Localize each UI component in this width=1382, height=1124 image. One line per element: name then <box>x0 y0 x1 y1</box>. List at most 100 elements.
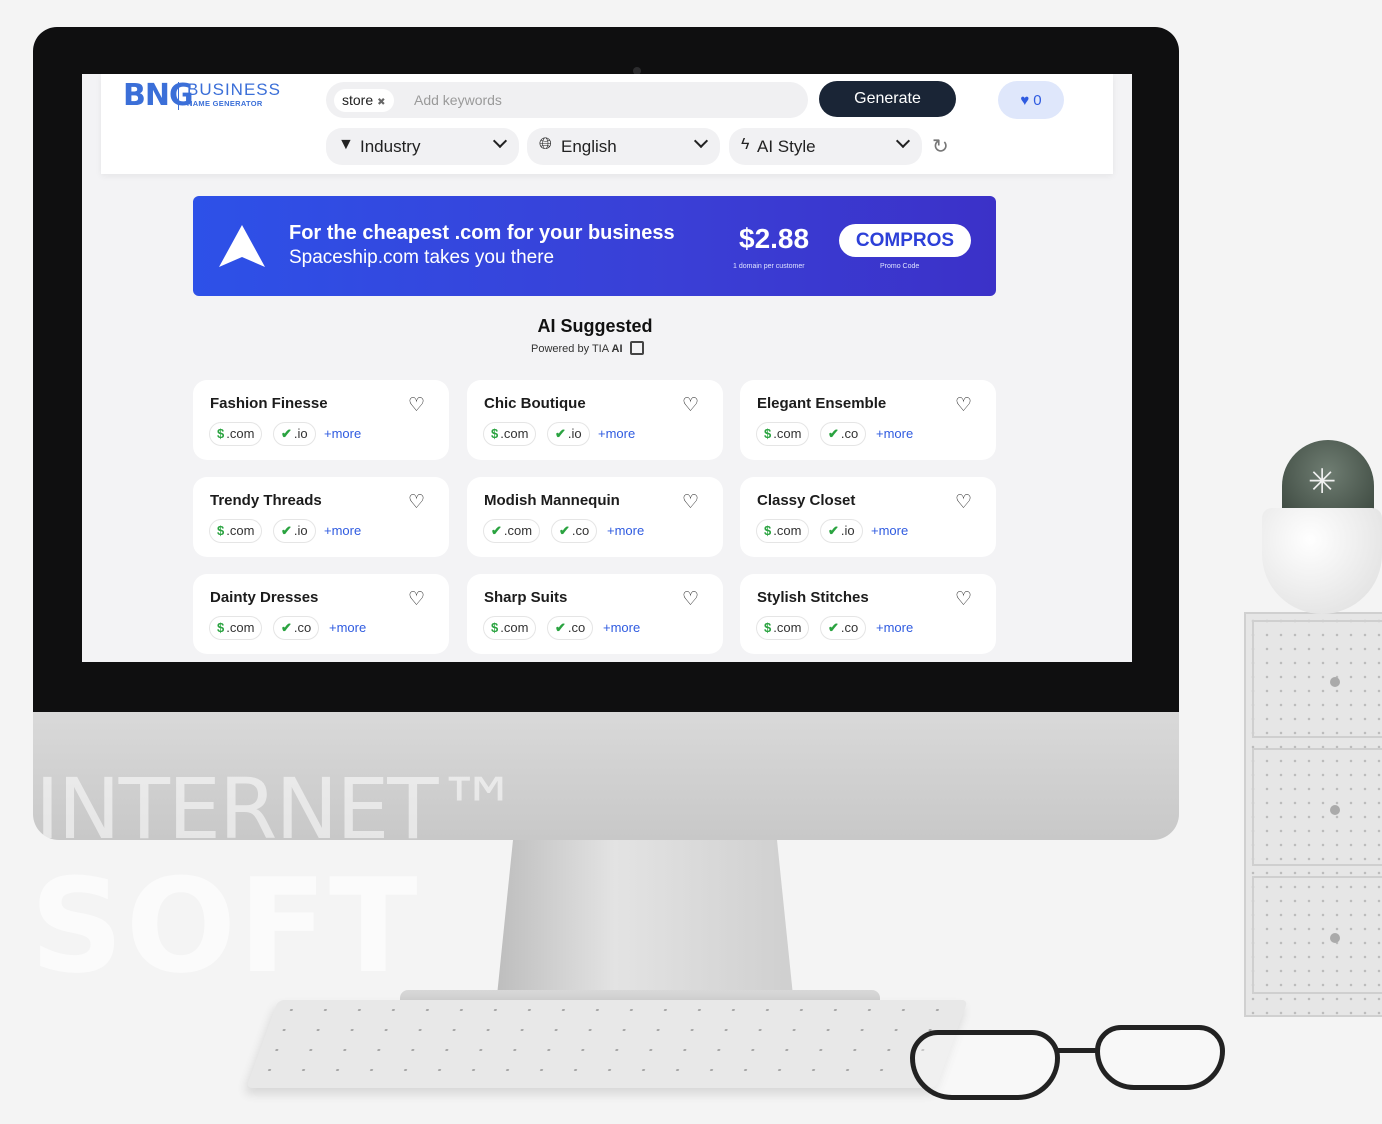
keyword-remove-icon[interactable]: ✖ <box>377 97 385 108</box>
business-name[interactable]: Modish Mannequin <box>484 492 620 509</box>
filter-icon: ▼ <box>338 136 354 153</box>
language-select[interactable]: 🌐︎ English <box>527 128 720 165</box>
tld-label: .com <box>226 523 255 538</box>
tld-badge[interactable]: $ .com <box>756 616 810 640</box>
business-name[interactable]: Fashion Finesse <box>210 395 328 412</box>
price-icon: $ <box>217 426 225 441</box>
promo-code-note: Promo Code <box>880 263 920 270</box>
heart-outline-icon[interactable]: ♡ <box>955 588 972 610</box>
tld-badge[interactable]: ✔ .io <box>273 519 316 543</box>
heart-outline-icon[interactable]: ♡ <box>408 394 425 416</box>
name-card[interactable]: Elegant Ensemble ♡ $ .com ✔ .co +more <box>740 380 996 460</box>
ai-style-select[interactable]: ϟ AI Style <box>729 128 922 165</box>
heart-outline-icon[interactable]: ♡ <box>682 491 699 513</box>
heart-outline-icon[interactable]: ♡ <box>682 588 699 610</box>
name-card[interactable]: Modish Mannequin ♡ ✔ .com ✔ .co +more <box>467 477 723 557</box>
checkmark-icon: ✔ <box>555 620 566 635</box>
checkmark-icon: ✔ <box>828 523 839 538</box>
more-tlds-link[interactable]: +more <box>603 620 640 635</box>
logo-text-subtitle[interactable]: NAME GENERATOR <box>187 99 263 108</box>
tld-badge[interactable]: ✔ .co <box>820 422 867 446</box>
keyboard <box>245 1000 969 1088</box>
business-name[interactable]: Trendy Threads <box>210 492 322 509</box>
tld-badge[interactable]: ✔ .co <box>551 519 598 543</box>
name-card[interactable]: Sharp Suits ♡ $ .com ✔ .co +more <box>467 574 723 654</box>
business-name[interactable]: Chic Boutique <box>484 395 586 412</box>
more-tlds-link[interactable]: +more <box>324 426 361 441</box>
heart-outline-icon[interactable]: ♡ <box>408 588 425 610</box>
heart-outline-icon[interactable]: ♡ <box>408 491 425 513</box>
banner-price-note: 1 domain per customer <box>733 263 805 270</box>
tld-badge[interactable]: $ .com <box>756 422 810 446</box>
tld-badge[interactable]: ✔ .io <box>820 519 863 543</box>
powered-by-text: Powered by TIA <box>531 342 609 355</box>
banner-headline: For the cheapest .com for your business <box>289 222 675 244</box>
logo-divider <box>178 82 179 110</box>
checkmark-icon: ✔ <box>828 620 839 635</box>
tld-label: .com <box>773 523 802 538</box>
logo-text-business[interactable]: BUSINESS <box>187 80 281 100</box>
tld-badge[interactable]: $ .com <box>756 519 810 543</box>
tld-badge[interactable]: $ .com <box>483 422 537 446</box>
more-tlds-link[interactable]: +more <box>871 523 908 538</box>
name-card[interactable]: Trendy Threads ♡ $ .com ✔ .io +more <box>193 477 449 557</box>
chevron-down-icon <box>895 133 911 149</box>
tld-badge[interactable]: ✔ .co <box>820 616 867 640</box>
tld-badge[interactable]: $ .com <box>209 422 263 446</box>
name-card[interactable]: Fashion Finesse ♡ $ .com ✔ .io +more <box>193 380 449 460</box>
drawer-cabinet <box>1244 612 1382 1017</box>
favorites-button[interactable]: ♥ 0 <box>998 81 1064 119</box>
tld-label: .com <box>503 523 533 538</box>
monitor-chin: INTERNET™ <box>33 712 1179 840</box>
more-tlds-link[interactable]: +more <box>324 523 361 538</box>
business-name[interactable]: Stylish Stitches <box>757 589 869 606</box>
cactus-flower: ✳ <box>1308 462 1337 502</box>
more-tlds-link[interactable]: +more <box>598 426 635 441</box>
keyword-chip-label: store <box>342 92 374 108</box>
logo-mark[interactable]: BNG <box>123 78 194 113</box>
refresh-icon[interactable]: ↻ <box>932 134 949 158</box>
industry-select[interactable]: ▼ Industry <box>326 128 519 165</box>
name-card[interactable]: Stylish Stitches ♡ $ .com ✔ .co +more <box>740 574 996 654</box>
promo-code-button[interactable]: COMPROS <box>839 224 971 257</box>
price-icon: $ <box>491 620 499 635</box>
name-card[interactable]: Dainty Dresses ♡ $ .com ✔ .co +more <box>193 574 449 654</box>
price-icon: $ <box>764 426 772 441</box>
promo-banner[interactable]: For the cheapest .com for your business … <box>193 196 996 296</box>
checkmark-icon: ✔ <box>281 523 292 538</box>
more-tlds-link[interactable]: +more <box>876 426 913 441</box>
tld-badge[interactable]: ✔ .io <box>273 422 316 446</box>
more-tlds-link[interactable]: +more <box>876 620 913 635</box>
banner-subline: Spaceship.com takes you there <box>289 247 555 268</box>
tld-label: .com <box>500 620 529 635</box>
heart-outline-icon[interactable]: ♡ <box>955 394 972 416</box>
tld-label: .com <box>500 426 529 441</box>
generate-button[interactable]: Generate <box>819 81 956 117</box>
plant-pot <box>1262 508 1382 614</box>
business-name[interactable]: Elegant Ensemble <box>757 395 886 412</box>
drawer <box>1252 748 1382 866</box>
tld-badge[interactable]: ✔ .co <box>547 616 594 640</box>
monitor-stand <box>495 840 795 1015</box>
business-name[interactable]: Dainty Dresses <box>210 589 318 606</box>
tld-badge[interactable]: $ .com <box>209 519 263 543</box>
name-card[interactable]: Classy Closet ♡ $ .com ✔ .io +more <box>740 477 996 557</box>
tld-badge[interactable]: $ .com <box>209 616 263 640</box>
heart-outline-icon[interactable]: ♡ <box>682 394 699 416</box>
ai-style-select-label: AI Style <box>757 137 816 156</box>
keyword-chip[interactable]: store ✖ <box>334 89 394 112</box>
tld-badge[interactable]: $ .com <box>483 616 537 640</box>
tld-badge[interactable]: ✔ .io <box>547 422 590 446</box>
tld-badge[interactable]: ✔ .co <box>273 616 320 640</box>
business-name[interactable]: Sharp Suits <box>484 589 567 606</box>
heart-outline-icon[interactable]: ♡ <box>955 491 972 513</box>
more-tlds-link[interactable]: +more <box>607 523 644 538</box>
keyword-input[interactable] <box>414 88 784 112</box>
name-card[interactable]: Chic Boutique ♡ $ .com ✔ .io +more <box>467 380 723 460</box>
tld-label: .com <box>226 426 255 441</box>
more-tlds-link[interactable]: +more <box>329 620 366 635</box>
screen: BNG BUSINESS NAME GENERATOR store✖ Gener… <box>82 74 1132 662</box>
tld-badge[interactable]: ✔ .com <box>483 519 541 543</box>
tld-label: .com <box>773 426 802 441</box>
business-name[interactable]: Classy Closet <box>757 492 855 509</box>
